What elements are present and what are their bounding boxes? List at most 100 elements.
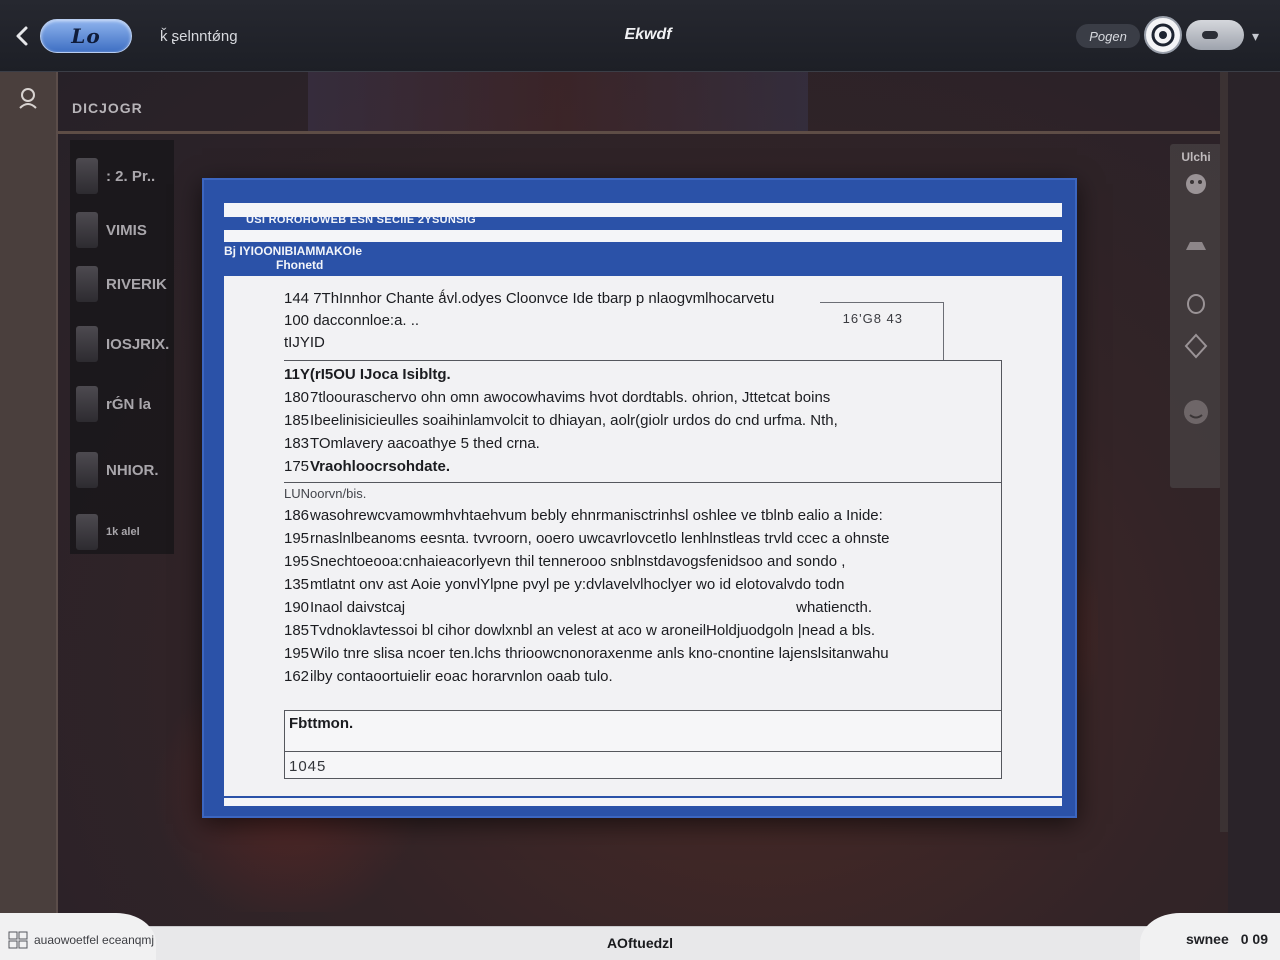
back-arrow-icon bbox=[16, 26, 28, 46]
text-row: 185 Tvdnoklavtessoi bl cihor dowlxnbl an… bbox=[284, 619, 1002, 642]
list-item[interactable]: VIMIS bbox=[70, 202, 174, 258]
grid-icon[interactable] bbox=[8, 931, 28, 949]
text-row: 195 rnaslnlbeanoms eesnta. tvvroorn, ooe… bbox=[284, 527, 1002, 550]
row-number: 180 bbox=[284, 389, 310, 406]
row-text: TOmlavery aacoathye 5 thed crna. bbox=[310, 435, 540, 452]
thumbnail bbox=[76, 386, 98, 422]
section-two: LUNoorvn/bis. 186 wasohrewcvamowmhvhtaeh… bbox=[284, 484, 1002, 688]
row-number: 195 bbox=[284, 645, 310, 662]
text-row: 175 Vraohloocrsohdate. bbox=[284, 455, 1002, 478]
status-bar: auaowoetfel eceanqmj AOftuedzl swnee 0 0… bbox=[0, 913, 1280, 960]
row-text: mtlatnt onv ast Aoie yonvlYlpne pvyl pe … bbox=[310, 576, 845, 593]
divider bbox=[284, 360, 1002, 361]
field-label-box: Fbttmon. bbox=[284, 710, 1002, 752]
row-text: Tvdnoklavtessoi bl cihor dowlxnbl an vel… bbox=[310, 622, 876, 639]
row-number: 162 bbox=[284, 668, 310, 685]
divider bbox=[284, 482, 1002, 483]
list-item-label: RIVERIK bbox=[106, 275, 167, 293]
field-value: 1045 bbox=[289, 758, 327, 775]
list-item[interactable]: rǴN la bbox=[70, 376, 174, 432]
text-row: 183 TOmlavery aacoathye 5 thed crna. bbox=[284, 432, 1002, 455]
row-text: wasohrewcvamowmhvhtaehvum bebly ehnrmani… bbox=[310, 507, 883, 524]
list-item-label: rǴN la bbox=[106, 395, 152, 413]
status-toggle[interactable] bbox=[1186, 20, 1244, 50]
badge-icon[interactable] bbox=[1182, 332, 1210, 360]
list-item[interactable]: 1k alel bbox=[70, 504, 174, 560]
row-text-right: whatiencth. bbox=[796, 599, 872, 616]
row-text: Snechtoeooa:cnhaieacorlyevn thil tennero… bbox=[310, 553, 846, 570]
main-area: DICJOGR : 2. Pr.. VIMIS RIVERIK IOSJRIX.… bbox=[58, 72, 1228, 926]
thumbnail bbox=[76, 514, 98, 550]
toggle-knob bbox=[1202, 31, 1218, 39]
dialog-body: 144 7ThInnhor Chante ǻvl.odyes Cloonvce … bbox=[224, 276, 1062, 796]
list-item[interactable]: IOSJRIX. bbox=[70, 316, 174, 372]
breadcrumb: DICJOGR bbox=[58, 72, 1228, 134]
thumbnail bbox=[76, 212, 98, 248]
right-tool-column: Ulchi bbox=[1170, 144, 1222, 488]
chevron-down-icon[interactable]: ▾ bbox=[1252, 28, 1259, 45]
scrollbar-track[interactable] bbox=[1220, 72, 1228, 832]
row-number: 186 bbox=[284, 507, 310, 524]
person-icon[interactable] bbox=[16, 86, 40, 110]
row-number: 175 bbox=[284, 458, 310, 475]
row-number: 195 bbox=[284, 530, 310, 547]
list-item[interactable]: : 2. Pr.. bbox=[70, 148, 174, 204]
section-title: 11Y(rI5OU IJoca Isibltg. bbox=[284, 366, 451, 383]
text-row: 190 Inaol daivstcaj whatiencth. bbox=[284, 596, 1002, 619]
dialog-title: Bj IYIOONIBIAMMAKOIe Fhonetd bbox=[224, 244, 1062, 272]
breadcrumb-label: DICJOGR bbox=[72, 100, 143, 116]
list-item-label: IOSJRIX. bbox=[106, 335, 170, 353]
text-row: 135 mtlatnt onv ast Aoie yonvlYlpne pvyl… bbox=[284, 573, 1002, 596]
document-dialog: USI ROROHOWEB ESN SECIIE 2YSUNSIG Bj IYI… bbox=[202, 178, 1077, 818]
status-left: auaowoetfel eceanqmj bbox=[8, 931, 154, 949]
profile-icon[interactable] bbox=[1144, 16, 1182, 54]
section-one: 11Y(rI5OU IJoca Isibltg. 180 7tloourasch… bbox=[284, 364, 1002, 478]
app-logo-button[interactable]: Lo bbox=[40, 19, 132, 53]
status-center-text: AOftuedzl bbox=[606, 935, 674, 951]
app-name: ǩ ʂelnntǿng bbox=[160, 28, 238, 45]
row-text: Ibeelinisicieulles soaihinlamvolcit to d… bbox=[310, 412, 838, 429]
reference-box: 16'G8 43 bbox=[820, 302, 944, 360]
section-title: LUNoorvn/bis. bbox=[284, 486, 367, 501]
row-number: 185 bbox=[284, 412, 310, 429]
emoji-icon[interactable] bbox=[1182, 398, 1210, 426]
status-left-text: auaowoetfel eceanqmj bbox=[34, 933, 155, 947]
row-number: 195 bbox=[284, 553, 310, 570]
dialog-subtitle: Fhonetd bbox=[276, 258, 324, 272]
list-item-label: : 2. Pr.. bbox=[106, 167, 156, 185]
item-list: : 2. Pr.. VIMIS RIVERIK IOSJRIX. rǴN la … bbox=[70, 140, 174, 554]
dialog-rule bbox=[224, 230, 1062, 242]
thumbnail bbox=[76, 266, 98, 302]
text-row: 180 7tloouraschervo ohn omn awocowhavims… bbox=[284, 386, 1002, 409]
list-item[interactable]: NHIOR. bbox=[70, 442, 174, 498]
swirl-icon bbox=[1151, 23, 1175, 47]
text-row: 195 Wilo tnre slisa ncoer ten.lchs thrio… bbox=[284, 642, 1002, 665]
user-menu-button[interactable]: Pogen bbox=[1076, 24, 1140, 48]
drop-icon[interactable] bbox=[1182, 288, 1210, 316]
face-icon[interactable] bbox=[1182, 170, 1210, 198]
window-title: Ekwdf bbox=[624, 26, 672, 43]
list-item-label: VIMIS bbox=[106, 221, 147, 239]
back-button[interactable] bbox=[8, 22, 36, 50]
hat-icon[interactable] bbox=[1182, 230, 1210, 258]
row-number: 185 bbox=[284, 622, 310, 639]
row-text: ilby contaoortuielir eoac horarvnlon oaa… bbox=[310, 668, 613, 685]
value-field[interactable]: 1045 bbox=[284, 751, 1002, 779]
row-number: 135 bbox=[284, 576, 310, 593]
list-item[interactable]: RIVERIK bbox=[70, 256, 174, 312]
row-text: Inaol daivstcaj bbox=[310, 599, 406, 616]
row-text: rnaslnlbeanoms eesnta. tvvroorn, ooero u… bbox=[310, 530, 890, 547]
reference-number: 16'G8 43 bbox=[842, 311, 903, 326]
thumbnail bbox=[76, 452, 98, 488]
field-label: Fbttmon. bbox=[289, 715, 354, 732]
title-bar: Lo ǩ ʂelnntǿng Ekwdf Pogen ▾ bbox=[0, 0, 1280, 72]
dialog-header-line: USI ROROHOWEB ESN SECIIE 2YSUNSIG bbox=[246, 214, 476, 226]
thumbnail bbox=[76, 326, 98, 362]
status-right-count: 0 09 bbox=[1240, 931, 1268, 947]
row-text: Wilo tnre slisa ncoer ten.lchs thrioowcn… bbox=[310, 645, 889, 662]
text-row: 162 ilby contaoortuielir eoac horarvnlon… bbox=[284, 665, 1002, 688]
list-item-label: 1k alel bbox=[106, 526, 140, 538]
left-rail bbox=[0, 72, 58, 926]
thumbnail bbox=[76, 158, 98, 194]
row-text: Vraohloocrsohdate. bbox=[310, 458, 451, 475]
